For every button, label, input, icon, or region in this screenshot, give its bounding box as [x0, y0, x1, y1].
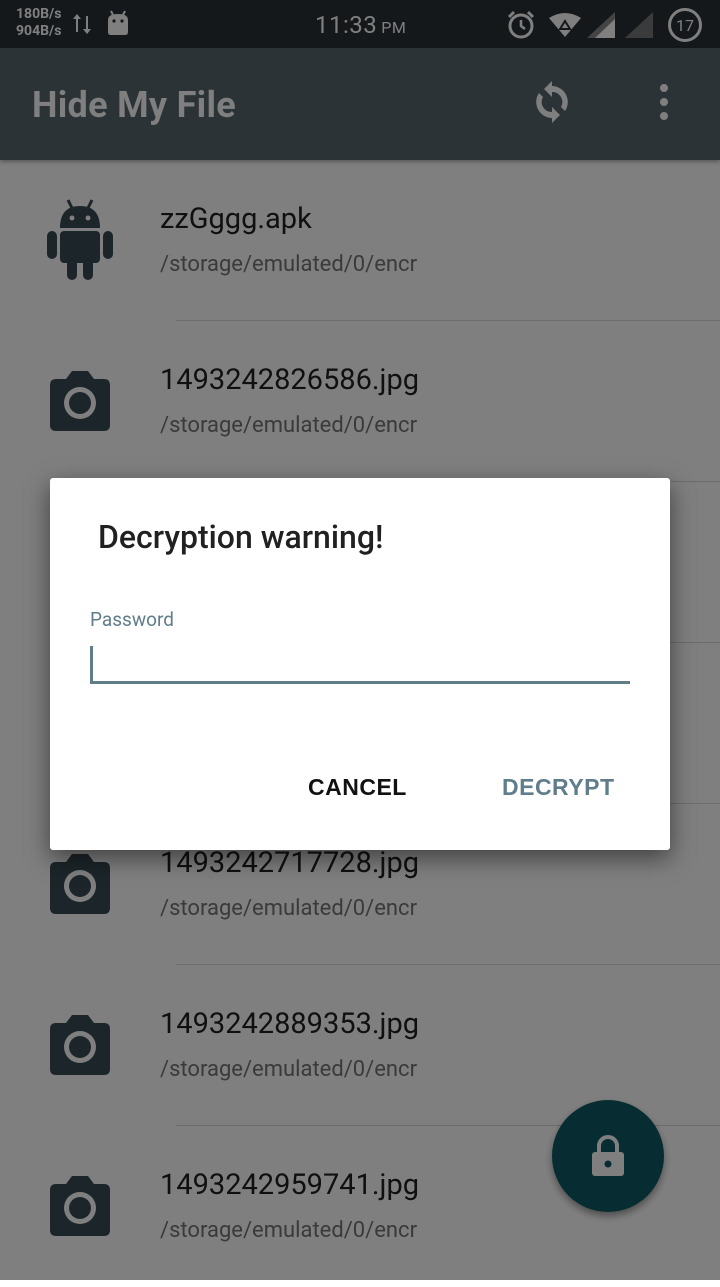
dialog-title: Decryption warning!	[98, 518, 384, 556]
text-cursor	[90, 646, 93, 682]
password-input[interactable]	[90, 644, 630, 684]
decryption-dialog: Decryption warning! Password CANCEL DECR…	[50, 478, 670, 850]
decrypt-button[interactable]: DECRYPT	[502, 774, 615, 801]
password-label: Password	[90, 608, 174, 631]
cancel-button[interactable]: CANCEL	[308, 774, 407, 801]
